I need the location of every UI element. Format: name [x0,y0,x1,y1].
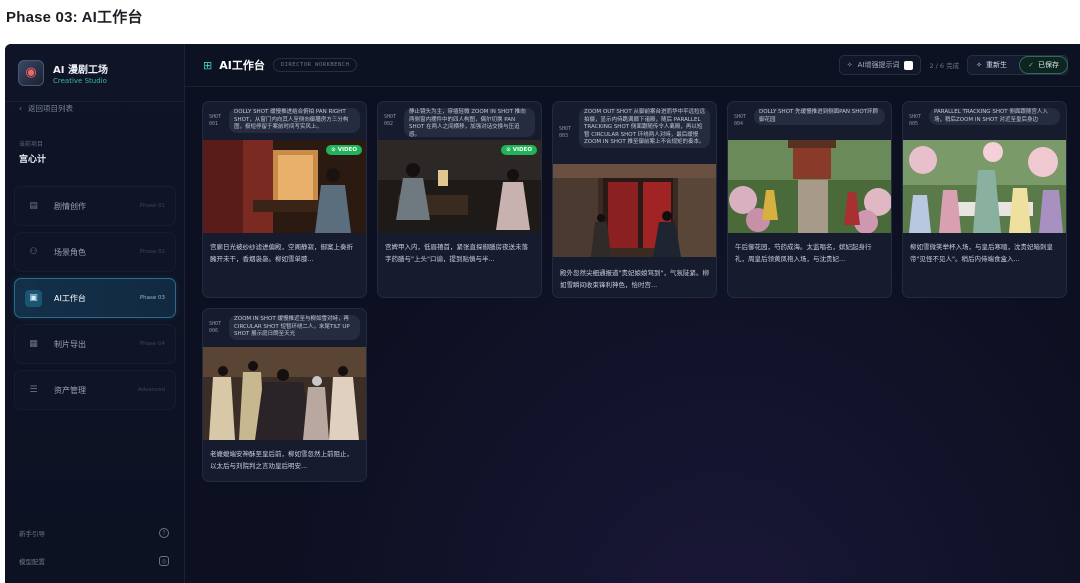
video-label: VIDEO [512,147,532,153]
shot-description: 老嬷嬷端安神酥至皇后前，柳如雪忽然上前阻止，以太后与刘院判之言劝皇后明安... [210,450,353,470]
nav-label: 剧情创作 [54,201,86,211]
enhance-checkbox[interactable] [904,60,914,70]
nav-item-ai-workbench[interactable]: ▣ AI工作台 Phase 03 [14,278,176,318]
regenerate-label: 重新生 [986,61,1007,69]
check-circle-icon: ✓ [1028,61,1034,69]
nav-item-story[interactable]: ▤ 剧情创作 Phase 01 [14,186,176,226]
sparkle-icon: ✧ [976,61,982,69]
shot-label: SHOT [559,126,572,132]
nav-phase: Advanced [137,387,165,393]
saved-label: 已保存 [1038,61,1059,69]
brand-logo-icon: ◉ [18,59,44,86]
shot-label: SHOT [209,321,222,327]
settings-icon: ◎ [159,556,169,566]
nav-label: 场景角色 [54,247,86,257]
shot-label: SHOT [209,114,222,120]
main-area: ⊞ AI工作台 DIRECTOR WORKBENCH ✧ AI增强提示词 2 /… [185,44,1080,583]
chevron-left-icon: ‹ [19,104,22,113]
shot-number: 003 [559,133,569,139]
help-icon: ? [159,528,169,538]
shot-card[interactable]: SHOT 002 静止镜头为主，穿插轻微 ZOOM IN SHOT 推向两侧窗内摆… [377,101,542,298]
sparkle-icon: ✧ [846,61,853,69]
ai-enhance-toggle[interactable]: ✧ AI增强提示词 [838,55,922,75]
project-name: 宫心计 [19,155,47,165]
nav-phase: Phase 02 [139,249,165,255]
shot-card[interactable]: SHOT 004 DOLLY SHOT 先缓慢推进到侧面PAN SHOT环顾御花园 [727,101,892,298]
shot-prompt[interactable]: PARALLEL TRACKING SHOT 侧面跟随宫人入场，稍后ZOOM I… [929,108,1060,125]
shot-thumbnail[interactable] [553,164,716,257]
shot-thumbnail[interactable]: ⊙ VIDEO [203,140,366,233]
video-badge: ⊙ VIDEO [326,145,362,155]
guide-label: 新手引导 [19,530,45,538]
shot-description: 宫婢甲入内，低眉禧首，紧张直探御膳房夜送未落字药膳与"上头"口谕，提到贴慎与半.… [385,243,528,263]
nav-label: 资产管理 [54,385,86,395]
workbench-badge: DIRECTOR WORKBENCH [272,58,358,72]
nav-phase: Phase 03 [139,295,165,301]
page-heading: Phase 03: AI工作台 [6,9,143,26]
shot-prompt[interactable]: ZOOM IN SHOT 缓慢推近至与柳如雪对峙，再 CIRCULAR SHOT… [229,315,360,340]
project-label: 当前项目 [19,141,44,148]
shot-number: 004 [734,121,744,127]
shot-card[interactable]: SHOT 005 PARALLEL TRACKING SHOT 侧面跟随宫人入场，… [902,101,1067,298]
nav-item-assets[interactable]: ☰ 资产管理 Advanced [14,370,176,410]
nav-label: 制片导出 [54,339,86,349]
brand-subtitle: Creative Studio [53,76,107,85]
list-icon: ☰ [29,385,38,395]
back-to-projects-link[interactable]: ‹ 返回项目列表 [19,103,73,114]
shot-prompt[interactable]: 静止镜头为主，穿插轻微 ZOOM IN SHOT 推向两侧窗内摆件中的四人构图，… [404,108,535,137]
saved-status-badge: ✓ 已保存 [1019,56,1068,74]
model-config-link[interactable]: 模型配置 ◎ [19,556,169,566]
shot-thumbnail[interactable] [903,140,1066,233]
video-label: VIDEO [337,147,357,153]
shot-number: 002 [384,121,394,127]
shot-card[interactable]: SHOT 006 ZOOM IN SHOT 缓慢推近至与柳如雪对峙，再 CIRCU… [202,308,367,482]
shot-prompt[interactable]: DOLLY SHOT 缓慢推进结合俯拍 PAN RIGHT SHOT，从窗门内向… [229,108,360,133]
shot-description: 宫廊日光被纱纱滤进偏殿，空阁静寂，御案上奏折臃开未干，香烟袅袅。柳如雪单膝... [210,243,353,263]
brand: ◉ AI 漫剧工场 Creative Studio [5,44,184,102]
clapperboard-icon: ▣ [25,289,42,307]
shot-card[interactable]: SHOT 003 ZOOM OUT SHOT 从御前案台进而华中平远拉远拍摄，显示… [552,101,717,298]
shot-thumbnail[interactable]: ⊙ VIDEO [378,140,541,233]
shot-label: SHOT [909,114,922,120]
document-icon: ▤ [29,201,38,211]
shot-number: 001 [209,121,219,127]
app-window: ◉ AI 漫剧工场 Creative Studio ‹ 返回项目列表 当前项目 … [5,44,1080,583]
shot-label: SHOT [734,114,747,120]
workbench-title: AI工作台 [219,59,265,72]
shot-prompt[interactable]: ZOOM OUT SHOT 从御前案台进而华中平远拉远拍摄，显示内侍跪满廊下诸殿… [579,108,710,148]
video-badge: ⊙ VIDEO [501,145,537,155]
shot-description: 柳如雪微笑举杯入场，与皇后寒暄，沈贵妃暗刺皇帝"见怪不见人"。稍后内侍端食盒入.… [910,243,1053,263]
phase-nav: ▤ 剧情创作 Phase 01 ⚇ 场景角色 Phase 02 ▣ AI工作台 … [14,186,176,416]
shot-number: 005 [909,121,919,127]
topbar: ⊞ AI工作台 DIRECTOR WORKBENCH ✧ AI增强提示词 2 /… [185,44,1080,87]
nav-item-export[interactable]: ▦ 制片导出 Phase 04 [14,324,176,364]
nav-label: AI工作台 [54,293,86,303]
sidebar: ◉ AI 漫剧工场 Creative Studio ‹ 返回项目列表 当前项目 … [5,44,185,583]
film-icon: ▦ [29,339,38,349]
shot-thumbnail[interactable] [203,347,366,440]
ai-enhance-label: AI增强提示词 [857,61,900,69]
brand-title: AI 漫剧工场 [53,64,108,76]
scene-image [903,140,1066,233]
shot-description: 午后御花园，芍药成海。太监唱名，嫔妃起身行礼，周皇后领黄凤袍入场，与沈贵妃... [735,243,872,263]
scene-image [203,347,366,440]
shot-label: SHOT [384,114,397,120]
guide-link[interactable]: 新手引导 ? [19,528,169,538]
shot-prompt[interactable]: DOLLY SHOT 先缓慢推进到侧面PAN SHOT环顾御花园 [754,108,885,125]
progress-count: 2 / 6 完成 [929,62,960,70]
shot-card[interactable]: SHOT 001 DOLLY SHOT 缓慢推进结合俯拍 PAN RIGHT SH… [202,101,367,298]
grid-icon: ⊞ [203,58,213,72]
shot-number: 006 [209,328,219,334]
nav-phase: Phase 04 [139,341,165,347]
scene-image [553,164,716,257]
nav-item-scenes-characters[interactable]: ⚇ 场景角色 Phase 02 [14,232,176,272]
scene-image [728,140,891,233]
shot-thumbnail[interactable] [728,140,891,233]
back-label: 返回项目列表 [28,104,73,113]
model-config-label: 模型配置 [19,558,45,566]
shot-description: 殿外忽然尖细通报道"贵妃娘娘驾到"，气氛陡紧。柳如雪瞬间收束锋利神色，恰时宫..… [560,269,709,289]
nav-phase: Phase 01 [139,203,165,209]
users-icon: ⚇ [29,247,38,257]
